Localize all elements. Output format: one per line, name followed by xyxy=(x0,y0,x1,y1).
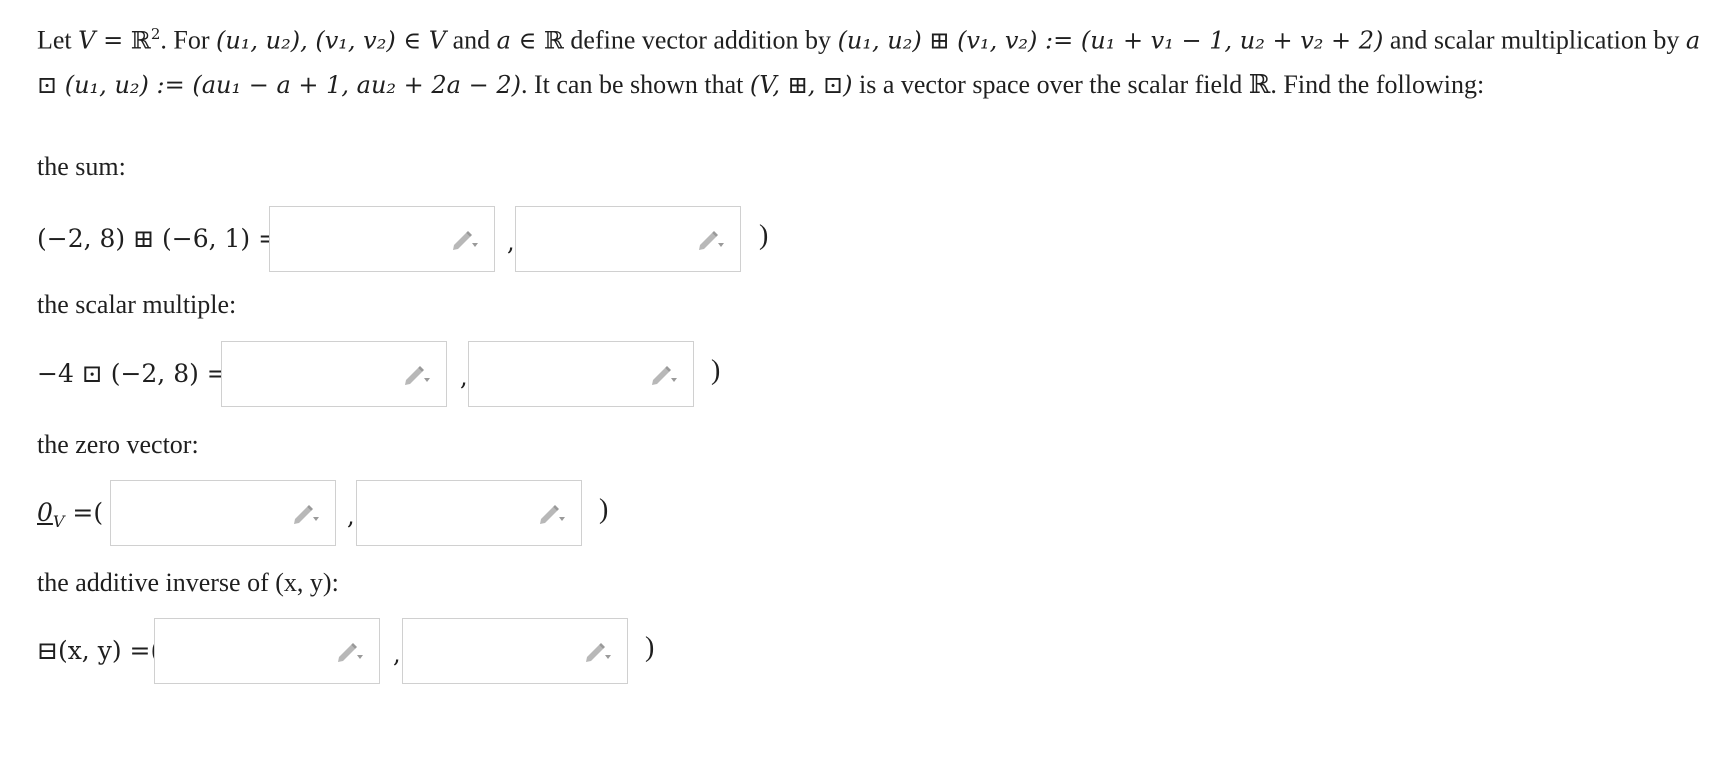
inverse-second-input[interactable] xyxy=(402,618,628,684)
pencil-dropdown-icon[interactable] xyxy=(450,229,480,251)
inverse-expression: ⊟(x, y) =( xyxy=(37,636,161,665)
zero-first-input[interactable] xyxy=(110,480,336,546)
scalar-expression: −4 ⊡ (−2, 8) =( xyxy=(37,359,238,388)
scalar-separator: , xyxy=(460,363,468,391)
section-label-zero-vector: the zero vector: xyxy=(37,430,199,459)
pencil-dropdown-icon[interactable] xyxy=(696,229,726,251)
section-label-additive-inverse: the additive inverse of (x, y): xyxy=(37,568,339,597)
sum-expression: (−2, 8) ⊞ (−6, 1) =( xyxy=(37,224,289,253)
pencil-dropdown-icon[interactable] xyxy=(291,503,321,525)
inverse-separator: , xyxy=(393,640,401,668)
pencil-dropdown-icon[interactable] xyxy=(649,364,679,386)
inverse-first-input[interactable] xyxy=(154,618,380,684)
section-label-sum: the sum: xyxy=(37,152,126,181)
zero-close-paren: ) xyxy=(599,494,609,525)
pencil-dropdown-icon[interactable] xyxy=(402,364,432,386)
problem-container: Let V = ℝ2. For (u₁, u₂), (v₁, v₂) ∈ V a… xyxy=(0,0,1735,765)
pencil-dropdown-icon[interactable] xyxy=(335,641,365,663)
sum-first-input[interactable] xyxy=(269,206,495,272)
problem-statement: Let V = ℝ2. For (u₁, u₂), (v₁, v₂) ∈ V a… xyxy=(37,25,1701,99)
inverse-row: ⊟(x, y) =( , ) xyxy=(37,618,697,686)
scalar-close-paren: ) xyxy=(711,355,721,386)
sum-second-input[interactable] xyxy=(515,206,741,272)
sum-separator: , xyxy=(507,228,515,256)
pencil-dropdown-icon[interactable] xyxy=(537,503,567,525)
zero-separator: , xyxy=(347,502,355,530)
zero-second-input[interactable] xyxy=(356,480,582,546)
scalar-row: −4 ⊡ (−2, 8) =( , ) xyxy=(37,341,757,409)
sum-row: (−2, 8) ⊞ (−6, 1) =( , ) xyxy=(37,206,797,274)
zero-expression: 0V =( xyxy=(37,498,104,531)
section-label-scalar-multiple: the scalar multiple: xyxy=(37,290,237,319)
sum-close-paren: ) xyxy=(759,220,769,251)
scalar-first-input[interactable] xyxy=(221,341,447,407)
inverse-close-paren: ) xyxy=(645,632,655,663)
zero-row: 0V =( , ) xyxy=(37,480,637,548)
pencil-dropdown-icon[interactable] xyxy=(583,641,613,663)
scalar-second-input[interactable] xyxy=(468,341,694,407)
